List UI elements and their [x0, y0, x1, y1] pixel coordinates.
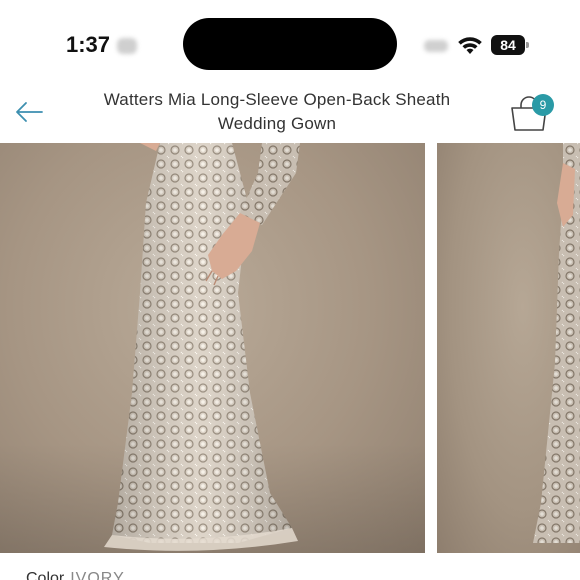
gown-next-illustration — [533, 143, 580, 543]
product-header: Watters Mia Long-Sleeve Open-Back Sheath… — [0, 84, 580, 142]
battery-nub — [526, 42, 529, 48]
battery-level: 84 — [491, 35, 525, 55]
color-selector-row: Color IVORY — [26, 570, 125, 580]
gown-front-illustration — [0, 143, 425, 553]
color-value: IVORY — [70, 570, 125, 580]
cellular-signal-icon — [424, 40, 448, 52]
product-page: 1:37 84 Watters Mia Long-Sleeve Open-Bac… — [0, 0, 580, 580]
dynamic-island — [183, 18, 397, 70]
page-title-line-2: Wedding Gown — [217, 114, 337, 133]
page-title: Watters Mia Long-Sleeve Open-Back Sheath… — [70, 88, 484, 136]
location-indicator-icon — [117, 38, 137, 54]
color-label: Color — [26, 570, 65, 580]
status-bar: 1:37 84 — [0, 0, 580, 84]
arrow-left-icon[interactable] — [14, 100, 44, 124]
wifi-icon — [458, 37, 482, 54]
gown-next-photo[interactable] — [437, 143, 580, 553]
page-title-line-1: Watters Mia Long-Sleeve Open-Back Sheath — [103, 90, 451, 109]
product-image-gallery[interactable] — [0, 143, 580, 553]
status-time: 1:37 — [66, 32, 111, 57]
gown-front-photo[interactable] — [0, 143, 425, 553]
cart-count-badge[interactable]: 9 — [532, 94, 554, 116]
battery-indicator: 84 — [491, 35, 529, 55]
